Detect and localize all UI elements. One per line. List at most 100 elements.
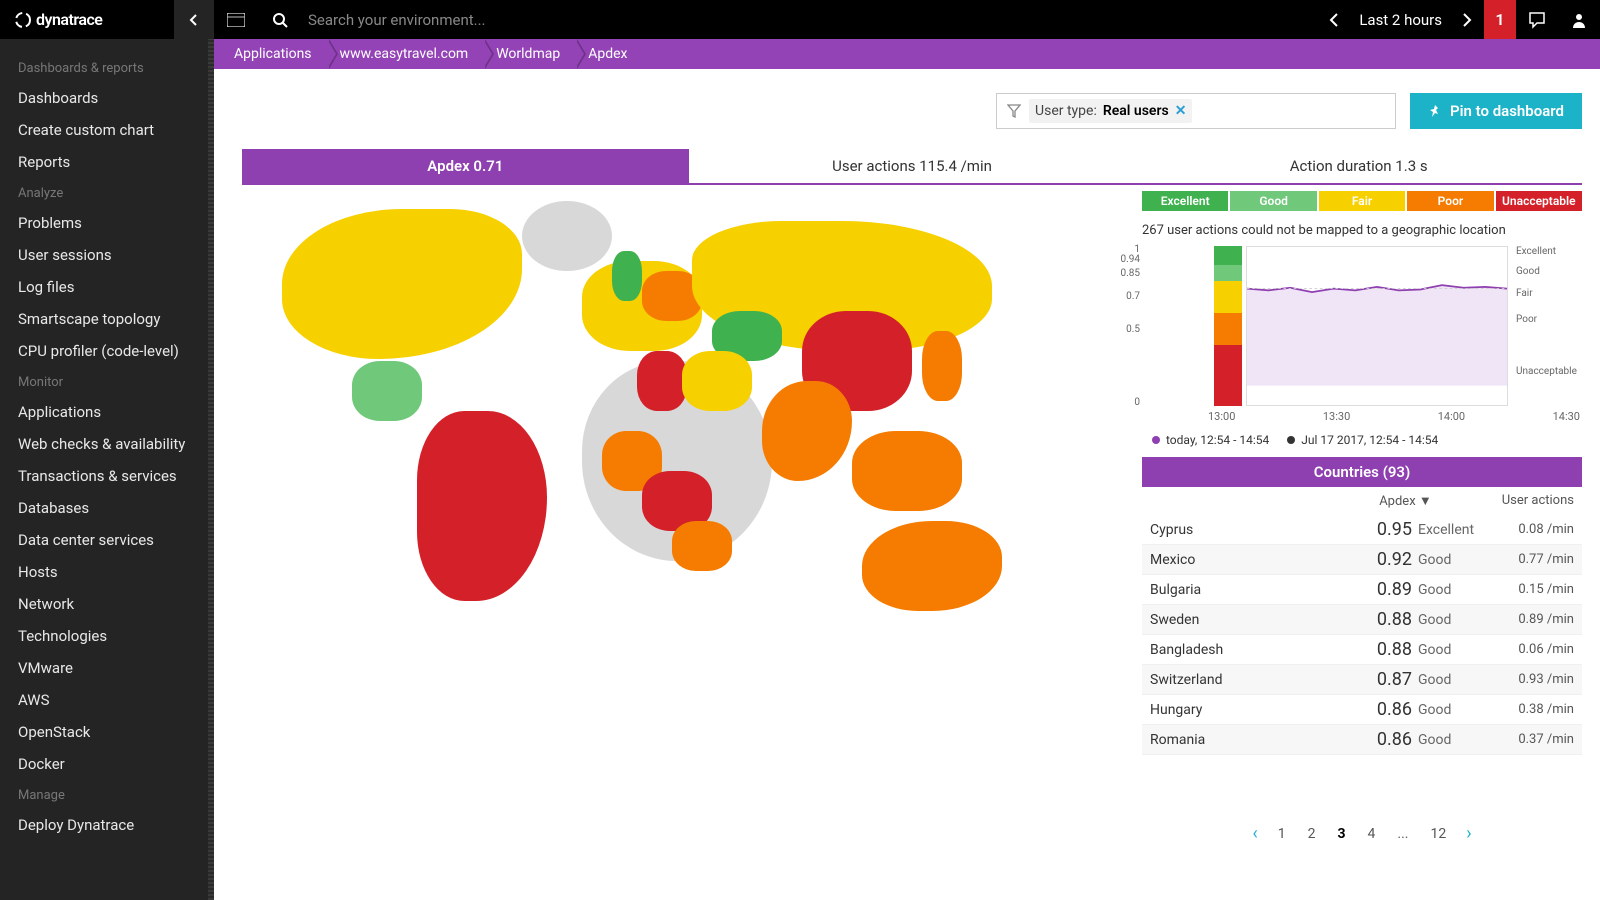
search-button[interactable] xyxy=(258,0,302,39)
brand-text: dynatrace xyxy=(36,10,102,29)
country-rating: Excellent xyxy=(1412,522,1484,538)
sidebar-item[interactable]: Data center services xyxy=(0,524,214,556)
country-user-actions: 0.06 /min xyxy=(1484,642,1574,657)
sidebar-item[interactable]: AWS xyxy=(0,684,214,716)
sidebar-item[interactable]: CPU profiler (code-level) xyxy=(0,335,214,367)
country-name: Hungary xyxy=(1150,702,1364,718)
ytick: 0.7 xyxy=(1126,291,1140,302)
country-name: Cyprus xyxy=(1150,522,1364,538)
band-label: Fair xyxy=(1516,288,1533,299)
chat-icon xyxy=(1528,11,1546,29)
sidebar-item[interactable]: Databases xyxy=(0,492,214,524)
col-apdex[interactable]: Apdex ▼ xyxy=(1379,493,1432,509)
country-row[interactable]: Romania0.86Good0.37 /min xyxy=(1142,725,1582,755)
sidebar-item[interactable]: Problems xyxy=(0,207,214,239)
country-user-actions: 0.15 /min xyxy=(1484,582,1574,597)
sidebar-item[interactable]: Dashboards xyxy=(0,82,214,114)
dashboard-icon xyxy=(227,13,245,27)
country-row[interactable]: Bulgaria0.89Good0.15 /min xyxy=(1142,575,1582,605)
sidebar-item[interactable]: Technologies xyxy=(0,620,214,652)
xtick: 13:30 xyxy=(1323,410,1350,423)
countries-columns: Apdex ▼ User actions xyxy=(1142,487,1582,515)
region-japan xyxy=(922,331,962,401)
trend-legend-compare[interactable]: Jul 17 2017, 12:54 - 14:54 xyxy=(1287,433,1438,447)
world-map[interactable] xyxy=(242,191,1132,858)
breadcrumb-item[interactable]: Apdex xyxy=(576,39,643,69)
pin-icon xyxy=(1428,104,1442,118)
sidebar-item[interactable]: Create custom chart xyxy=(0,114,214,146)
sidebar-item[interactable]: Network xyxy=(0,588,214,620)
apdex-trend-chart[interactable]: 1 0.94 0.85 0.7 0.5 0 Excellent xyxy=(1142,246,1582,406)
col-user-actions[interactable]: User actions xyxy=(1502,493,1574,509)
collapse-sidebar-button[interactable] xyxy=(174,0,214,39)
breadcrumb-item[interactable]: Applications xyxy=(222,39,328,69)
filter-chip-remove[interactable]: ✕ xyxy=(1175,103,1187,119)
sidebar-item[interactable]: Reports xyxy=(0,146,214,178)
sidebar: Dashboards & reportsDashboardsCreate cus… xyxy=(0,39,214,900)
trend-legend-today[interactable]: today, 12:54 - 14:54 xyxy=(1152,433,1269,447)
sidebar-item[interactable]: Transactions & services xyxy=(0,460,214,492)
pager-page[interactable]: 2 xyxy=(1308,826,1316,842)
xtick: 14:30 xyxy=(1553,410,1580,423)
sidebar-item[interactable]: Hosts xyxy=(0,556,214,588)
metric-tab[interactable]: Action duration 1.3 s xyxy=(1135,149,1582,183)
pager-next[interactable]: › xyxy=(1466,823,1471,844)
sidebar-item[interactable]: Docker xyxy=(0,748,214,780)
region-north-america xyxy=(282,209,522,359)
problems-badge[interactable]: 1 xyxy=(1484,0,1516,39)
dot-icon xyxy=(1152,436,1160,444)
help-button[interactable] xyxy=(1516,0,1558,39)
sidebar-item[interactable]: Applications xyxy=(0,396,214,428)
legend-unacceptable[interactable]: Unacceptable xyxy=(1496,191,1582,211)
pager-page[interactable]: 4 xyxy=(1368,826,1376,842)
trend-legend: today, 12:54 - 14:54 Jul 17 2017, 12:54 … xyxy=(1142,423,1582,457)
chevron-right-icon xyxy=(1462,13,1472,27)
legend-excellent[interactable]: Excellent xyxy=(1142,191,1228,211)
pager-page[interactable]: 1 xyxy=(1278,826,1286,842)
user-menu-button[interactable] xyxy=(1558,0,1600,39)
brand-logo[interactable]: dynatrace xyxy=(0,10,116,29)
country-apdex: 0.88 xyxy=(1364,609,1412,630)
country-row[interactable]: Sweden0.88Good0.89 /min xyxy=(1142,605,1582,635)
dashboard-icon-button[interactable] xyxy=(214,0,258,39)
timeframe-prev[interactable] xyxy=(1317,13,1351,27)
ytick: 0 xyxy=(1134,397,1140,408)
pager-page[interactable]: ... xyxy=(1397,826,1408,842)
metric-tab[interactable]: User actions 115.4 /min xyxy=(689,149,1136,183)
region-greenland xyxy=(522,201,612,271)
metric-tab[interactable]: Apdex 0.71 xyxy=(242,149,689,183)
pager-prev[interactable]: ‹ xyxy=(1252,823,1257,844)
breadcrumb-item[interactable]: Worldmap xyxy=(484,39,576,69)
breadcrumb-item[interactable]: www.easytravel.com xyxy=(328,39,485,69)
country-row[interactable]: Bangladesh0.88Good0.06 /min xyxy=(1142,635,1582,665)
country-name: Mexico xyxy=(1150,552,1364,568)
country-name: Bangladesh xyxy=(1150,642,1364,658)
country-name: Sweden xyxy=(1150,612,1364,628)
timeframe-selector[interactable]: Last 2 hours xyxy=(1317,0,1484,39)
sidebar-item[interactable]: VMware xyxy=(0,652,214,684)
filter-chip-label: User type: xyxy=(1035,103,1097,119)
country-row[interactable]: Switzerland0.87Good0.93 /min xyxy=(1142,665,1582,695)
pager-page[interactable]: 12 xyxy=(1431,826,1447,842)
legend-fair[interactable]: Fair xyxy=(1319,191,1405,211)
sidebar-item[interactable]: Deploy Dynatrace xyxy=(0,809,214,841)
legend-good[interactable]: Good xyxy=(1230,191,1316,211)
search-input[interactable]: Search your environment... xyxy=(302,11,1317,29)
timeframe-next[interactable] xyxy=(1450,13,1484,27)
sidebar-item[interactable]: User sessions xyxy=(0,239,214,271)
sidebar-item[interactable]: Log files xyxy=(0,271,214,303)
pin-to-dashboard-button[interactable]: Pin to dashboard xyxy=(1410,93,1582,129)
country-row[interactable]: Mexico0.92Good0.77 /min xyxy=(1142,545,1582,575)
country-apdex: 0.88 xyxy=(1364,639,1412,660)
filter-input[interactable]: User type: Real users ✕ xyxy=(996,93,1396,129)
region-middle-east xyxy=(682,351,752,411)
filter-chip: User type: Real users ✕ xyxy=(1029,99,1192,123)
sidebar-item[interactable]: Smartscape topology xyxy=(0,303,214,335)
sidebar-item[interactable]: OpenStack xyxy=(0,716,214,748)
sidebar-item[interactable]: Web checks & availability xyxy=(0,428,214,460)
band-label: Unacceptable xyxy=(1516,366,1577,377)
legend-poor[interactable]: Poor xyxy=(1407,191,1493,211)
pager-page[interactable]: 3 xyxy=(1338,826,1346,842)
country-row[interactable]: Hungary0.86Good0.38 /min xyxy=(1142,695,1582,725)
country-row[interactable]: Cyprus0.95Excellent0.08 /min xyxy=(1142,515,1582,545)
